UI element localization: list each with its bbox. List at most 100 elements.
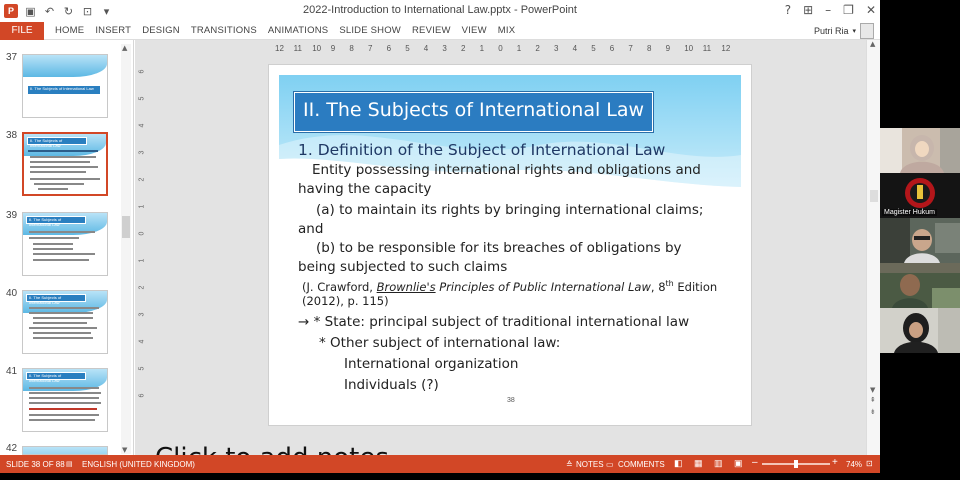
slide-canvas[interactable]: II. The Subjects of International Law 1.… — [268, 64, 752, 426]
thumbnail-line — [30, 171, 86, 173]
thumbnail-number: 42 — [6, 443, 18, 454]
ribbon-display-icon[interactable]: ⊞ — [803, 3, 813, 17]
slide-thumbnail-42[interactable] — [22, 446, 108, 455]
tab-insert[interactable]: INSERT — [95, 25, 131, 36]
slide-bullet[interactable]: * Other subject of international law: — [319, 335, 560, 351]
zoom-in-icon[interactable]: + — [832, 457, 838, 468]
participant-video-tile[interactable] — [880, 263, 960, 308]
previous-slide-icon[interactable]: ⇞ — [870, 396, 876, 404]
participant-video-tile[interactable] — [880, 308, 960, 353]
powerpoint-logo-icon[interactable]: P — [4, 4, 18, 18]
tab-file[interactable]: FILE — [0, 21, 44, 40]
citation-edition: , 8 — [650, 279, 666, 294]
horizontal-ruler: 12 11 10 9 8 7 6 5 4 3 2 1 0 1 2 3 4 5 6 7 8 9 10 11 12 — [135, 42, 867, 56]
presenter-icon[interactable]: ⊡ — [81, 4, 94, 18]
save-icon[interactable]: ▣ — [24, 4, 37, 18]
language-indicator[interactable]: ENGLISH (UNITED KINGDOM) — [82, 460, 195, 469]
slide-thumbnail-40[interactable]: II. The Subjects of International Law — [22, 290, 108, 354]
scroll-down-icon[interactable]: ▼ — [870, 386, 875, 394]
user-account[interactable]: Putri Ria ▾ — [814, 22, 874, 40]
thumbnail-line — [29, 312, 93, 314]
ruler-tick: 12 — [721, 44, 731, 53]
ruler-tick: 1 — [138, 204, 146, 209]
slide-show-icon[interactable]: ▣ — [734, 458, 743, 469]
thumbnail-line — [33, 259, 89, 261]
slide-text-line[interactable]: (b) to be responsible for its breaches o… — [316, 240, 682, 256]
thumbnail-line — [30, 178, 100, 180]
scroll-thumb[interactable] — [122, 216, 130, 238]
spellcheck-icon[interactable]: ▤ — [66, 460, 73, 468]
notes-button[interactable]: NOTES — [576, 460, 604, 469]
thumbnail-line — [33, 317, 93, 319]
side-panel-strip: ▲ ▼ ⇞ ⇟ — [866, 40, 880, 455]
slide-text-line[interactable]: being subjected to such claims — [298, 259, 507, 275]
slide-bullet[interactable]: International organization — [344, 356, 518, 372]
tab-animations[interactable]: ANIMATIONS — [268, 25, 328, 36]
slide-text-line[interactable]: and — [298, 221, 323, 237]
ruler-tick: 10 — [684, 44, 694, 53]
participant-video — [880, 128, 960, 173]
slide-title[interactable]: II. The Subjects of International Law — [292, 91, 655, 133]
comments-icon[interactable]: ▭ — [606, 460, 614, 469]
participant-video-tile[interactable] — [880, 128, 960, 173]
slide-text-line[interactable]: (a) to maintain its rights by bringing i… — [316, 202, 703, 218]
scroll-thumb[interactable] — [870, 190, 878, 202]
citation-edition-sup: th — [665, 279, 674, 288]
thumbnail-line — [29, 414, 99, 416]
ruler-tick: 7 — [628, 44, 633, 53]
thumbnail-line — [30, 156, 96, 158]
window-title: 2022-Introduction to International Law.p… — [303, 4, 577, 16]
thumbnail-scrollbar[interactable]: ▲ ▼ — [121, 44, 131, 454]
slide-thumbnail-41[interactable]: II. The Subjects of International Law — [22, 368, 108, 432]
ruler-tick: 6 — [138, 393, 146, 398]
slide-thumbnail-37[interactable]: II. The Subjects of International Law — [22, 54, 108, 118]
slide-subheading[interactable]: 1. Definition of the Subject of Internat… — [298, 141, 665, 159]
slide-sorter-icon[interactable]: ▦ — [694, 458, 703, 469]
ruler-tick: 9 — [330, 44, 336, 53]
slide-thumbnail-39[interactable]: II. The Subjects of International Law — [22, 212, 108, 276]
tab-design[interactable]: DESIGN — [142, 25, 180, 36]
slide-text-line[interactable]: Entity possessing international rights a… — [312, 162, 701, 178]
zoom-slider[interactable] — [762, 460, 830, 468]
thumbnail-line — [33, 337, 93, 339]
customize-icon[interactable]: ▾ — [100, 4, 113, 18]
tab-home[interactable]: HOME — [55, 25, 84, 36]
thumbnail-line — [33, 322, 87, 324]
participant-video-tile[interactable] — [880, 218, 960, 263]
participant-video-tile[interactable]: Magister Hukum — [880, 173, 960, 218]
next-slide-icon[interactable]: ⇟ — [870, 408, 876, 416]
citation[interactable]: (J. Crawford, Brownlie's Principles of P… — [302, 279, 717, 294]
thumbnail-line — [29, 237, 79, 239]
slide-thumbnail-38[interactable]: II. The Subjects of International Law — [22, 132, 108, 196]
zoom-level[interactable]: 74% — [846, 460, 862, 469]
tab-review[interactable]: REVIEW — [412, 25, 451, 36]
citation-line2[interactable]: (2012), p. 115) — [302, 294, 389, 308]
close-icon[interactable]: ✕ — [866, 3, 876, 17]
comments-button[interactable]: COMMENTS — [618, 460, 665, 469]
undo-icon[interactable]: ↶ — [43, 4, 56, 18]
scroll-down-icon[interactable]: ▼ — [122, 446, 127, 454]
thumbnail-line — [33, 243, 73, 245]
slide-bullet[interactable]: → * State: principal subject of traditio… — [298, 314, 689, 330]
slide-bullet[interactable]: Individuals (?) — [344, 377, 439, 393]
scroll-up-icon[interactable]: ▲ — [122, 44, 127, 52]
reading-view-icon[interactable]: ▥ — [714, 458, 723, 469]
thumbnail-line — [29, 231, 95, 233]
slide-text-line[interactable]: having the capacity — [298, 181, 431, 197]
tab-transitions[interactable]: TRANSITIONS — [191, 25, 257, 36]
tab-view[interactable]: VIEW — [462, 25, 487, 36]
zoom-slider-handle[interactable] — [793, 460, 798, 468]
restore-icon[interactable]: ❐ — [843, 3, 854, 17]
minimize-icon[interactable]: – — [825, 3, 831, 17]
scroll-up-icon[interactable]: ▲ — [870, 40, 875, 48]
tab-slide-show[interactable]: SLIDE SHOW — [339, 25, 401, 36]
help-icon[interactable]: ? — [785, 3, 791, 17]
ruler-tick: 1 — [516, 44, 522, 53]
zoom-out-icon[interactable]: – — [752, 457, 758, 468]
notes-icon[interactable]: ≙ — [566, 460, 573, 469]
tab-mix[interactable]: MIX — [498, 25, 516, 36]
thumbnail-number: 41 — [6, 366, 18, 377]
normal-view-icon[interactable]: ◧ — [674, 458, 683, 469]
redo-icon[interactable]: ↻ — [62, 4, 75, 18]
fit-slide-icon[interactable]: ⊡ — [866, 459, 873, 468]
